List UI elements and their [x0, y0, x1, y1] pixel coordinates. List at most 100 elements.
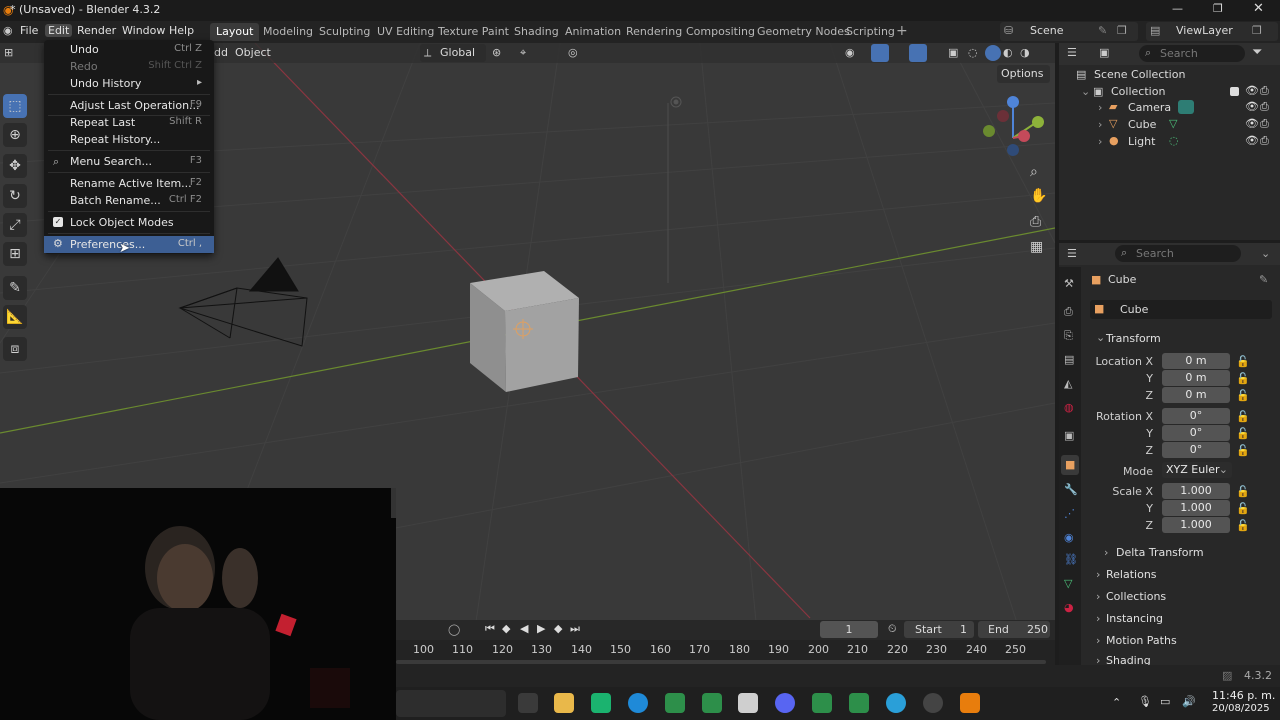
menu-render[interactable]: Render	[74, 24, 119, 37]
orientation-dropdown[interactable]: ⟂ Global	[420, 44, 486, 62]
rotation-x-field[interactable]: 0°	[1162, 408, 1230, 424]
prev-keyframe-icon[interactable]: ◆	[502, 622, 510, 635]
menu-item-undo[interactable]: Undo Ctrl Z	[44, 41, 214, 58]
lock-icon[interactable]: 🔓	[1236, 485, 1250, 498]
lock-icon[interactable]: 🔓	[1236, 502, 1250, 515]
transform-tool[interactable]: ⊞	[3, 242, 27, 266]
collection-visibility-icon[interactable]: 👁	[1245, 84, 1259, 97]
menu-window[interactable]: Window	[119, 24, 168, 37]
lock-icon[interactable]: 🔓	[1236, 444, 1250, 457]
scene-selector[interactable]: ⛁ Scene ✎ ❐	[1000, 22, 1138, 41]
object-tab-icon[interactable]: ■	[1061, 455, 1079, 475]
location-x-field[interactable]: 0 m	[1162, 353, 1230, 369]
jump-start-icon[interactable]: ⏮	[485, 622, 495, 636]
lock-icon[interactable]: 🔓	[1236, 410, 1250, 423]
network-icon[interactable]: ▭	[1160, 695, 1170, 708]
app-icon[interactable]	[591, 693, 611, 713]
tool-tab-icon[interactable]: ⚒	[1064, 277, 1074, 290]
collection-render-icon[interactable]: ⎙	[1260, 84, 1269, 98]
location-y-field[interactable]: 0 m	[1162, 370, 1230, 386]
pivot-icon[interactable]: ⊛	[492, 46, 501, 59]
volume-icon[interactable]: 🔊	[1182, 695, 1196, 708]
collections-panel-header[interactable]: › Collections	[1092, 588, 1272, 608]
overlay-toggle-icon[interactable]	[909, 44, 927, 62]
scene-collection-label[interactable]: Scene Collection	[1094, 68, 1185, 81]
end-frame-field[interactable]: End 250	[978, 621, 1050, 638]
clock-icon[interactable]: ⏲	[888, 622, 897, 636]
menu-edit[interactable]: Edit	[45, 24, 73, 37]
object-name-field[interactable]: ■ Cube	[1090, 300, 1272, 319]
shading-panel-header[interactable]: › Shading	[1092, 653, 1272, 665]
collapse-arrow-icon[interactable]: ⌄	[1081, 85, 1090, 98]
tab-sculpting[interactable]: Sculpting	[313, 23, 376, 41]
scale-x-field[interactable]: 1.000	[1162, 483, 1230, 499]
app-icon[interactable]	[849, 693, 869, 713]
jump-end-icon[interactable]: ⏭	[570, 622, 580, 636]
annotate-tool[interactable]: ✎	[3, 276, 27, 300]
timeline-ruler[interactable]: 100 110 120 130 140 150 160 170 180 190 …	[396, 640, 1055, 665]
new-view-layer-icon[interactable]: ❐	[1252, 24, 1262, 37]
obs-icon[interactable]	[923, 693, 943, 713]
wireframe-shading-icon[interactable]: ◌	[968, 46, 978, 59]
outliner-row-cube[interactable]: › ▽ Cube ▽ 👁 ⎙	[1059, 116, 1280, 133]
rendered-shading-icon[interactable]: ◑	[1020, 46, 1030, 59]
properties-editor-icon[interactable]: ☰	[1067, 247, 1077, 260]
solid-shading-icon[interactable]	[985, 45, 1001, 61]
tab-texture-paint[interactable]: Texture Paint	[432, 23, 515, 41]
pan-hand-icon[interactable]: ✋	[1030, 188, 1047, 204]
snap-icon[interactable]: ⌖	[520, 46, 526, 60]
tab-scripting[interactable]: Scripting	[840, 23, 901, 41]
auto-keying-icon[interactable]: ◯	[448, 623, 460, 636]
tab-layout[interactable]: Layout	[210, 23, 260, 41]
next-keyframe-icon[interactable]: ◆	[554, 622, 562, 635]
app-icon[interactable]	[702, 693, 722, 713]
start-frame-field[interactable]: Start 1	[904, 621, 974, 638]
lock-icon[interactable]: 🔓	[1236, 372, 1250, 385]
edge-icon[interactable]	[628, 693, 648, 713]
delta-transform-panel-header[interactable]: › Delta Transform	[1104, 544, 1280, 564]
proportional-edit-icon[interactable]: ◎	[568, 46, 578, 59]
camera-view-icon[interactable]: ⎙	[1030, 214, 1041, 230]
properties-search-input[interactable]: ⌕ Search	[1115, 245, 1241, 262]
lock-icon[interactable]: 🔓	[1236, 427, 1250, 440]
timeline-scrollbar[interactable]	[396, 660, 1046, 664]
output-tab-icon[interactable]: ⎘	[1064, 329, 1073, 343]
view-layer-selector[interactable]: ▤ ViewLayer ❐	[1146, 22, 1278, 41]
pin-icon[interactable]: ✎	[1259, 273, 1268, 286]
rotation-mode-dropdown[interactable]: XYZ Euler ⌄	[1162, 462, 1232, 478]
material-shading-icon[interactable]: ◐	[1003, 46, 1013, 59]
outliner-row-camera[interactable]: › ▰ Camera 👁 ⎙	[1059, 99, 1280, 116]
rotate-tool[interactable]: ↻	[3, 184, 27, 208]
scene-tab-icon[interactable]: ◭	[1064, 377, 1072, 390]
new-scene-icon[interactable]: ❐	[1117, 24, 1127, 37]
clock-time[interactable]: 11:46 p. m.	[1212, 689, 1275, 702]
data-tab-icon[interactable]: ▽	[1064, 577, 1072, 590]
blender-taskbar-icon[interactable]	[960, 693, 980, 713]
tray-chevron-icon[interactable]: ⌃	[1112, 696, 1121, 709]
minimize-icon[interactable]: —	[1172, 2, 1183, 15]
collection-label[interactable]: Collection	[1111, 85, 1165, 98]
menu-item-adjust-last-operation[interactable]: Adjust Last Operation... F9	[44, 97, 214, 114]
menu-item-menu-search[interactable]: ⌕ Menu Search... F3	[44, 153, 214, 170]
outliner-editor-icon[interactable]: ☰	[1067, 46, 1077, 59]
select-box-tool[interactable]: ⬚	[3, 94, 27, 118]
blender-menu-icon[interactable]: ◉	[3, 24, 13, 37]
telegram-icon[interactable]	[886, 693, 906, 713]
taskbar-search-box[interactable]	[396, 690, 506, 717]
constraints-tab-icon[interactable]: ⛓	[1064, 553, 1078, 566]
tab-rendering[interactable]: Rendering	[620, 23, 688, 41]
view-layer-tab-icon[interactable]: ▤	[1064, 353, 1074, 366]
menu-item-repeat-history[interactable]: Repeat History...	[44, 131, 214, 148]
play-icon[interactable]: ▶	[537, 622, 545, 635]
add-workspace-icon[interactable]: +	[896, 23, 908, 39]
add-cube-tool[interactable]: ⧈	[3, 337, 27, 361]
object-menu[interactable]: Object	[235, 46, 271, 59]
lock-icon[interactable]: 🔓	[1236, 519, 1250, 532]
physics-tab-icon[interactable]: ◉	[1064, 531, 1074, 544]
cursor-tool[interactable]: ⊕	[3, 123, 27, 147]
modifier-tab-icon[interactable]: 🔧	[1064, 483, 1078, 496]
menu-item-undo-history[interactable]: Undo History ▸	[44, 75, 214, 92]
tab-uv-editing[interactable]: UV Editing	[371, 23, 440, 41]
file-explorer-icon[interactable]	[554, 693, 574, 713]
tab-compositing[interactable]: Compositing	[680, 23, 761, 41]
